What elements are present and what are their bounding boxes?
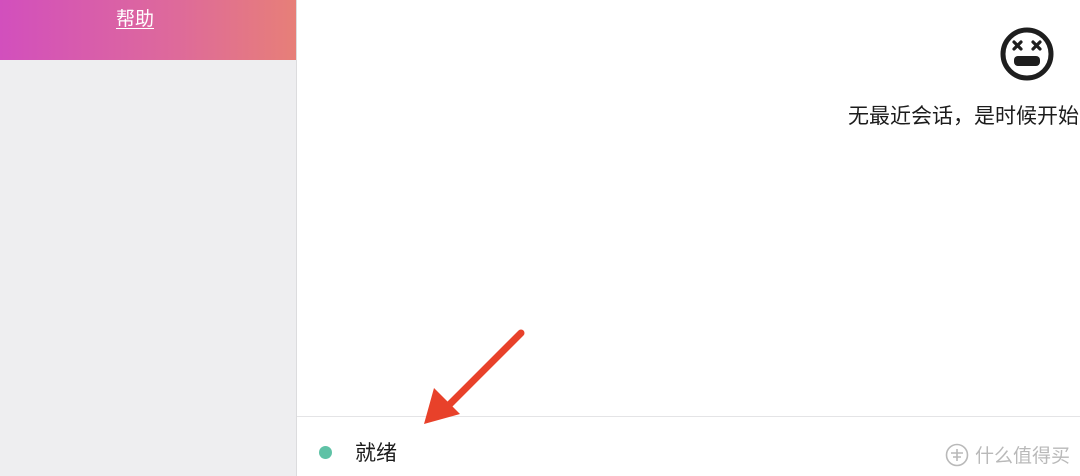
watermark-text: 什么值得买 xyxy=(974,445,1070,467)
help-link[interactable]: 帮助 xyxy=(0,4,270,31)
sidebar: 帮助 xyxy=(0,0,297,476)
zhi-logo-icon xyxy=(945,443,969,466)
annotation-arrow xyxy=(424,329,525,424)
status-dot xyxy=(319,446,332,459)
empty-state-message: 无最近会话，是时候开始 xyxy=(848,104,1079,128)
status-text: 就绪 xyxy=(355,441,397,465)
main-panel: 无最近会话，是时候开始 就绪 xyxy=(297,0,1080,476)
sidebar-banner: 帮助 xyxy=(0,0,296,60)
dizzy-face-icon xyxy=(1000,27,1054,81)
app-window: 帮助 无最近会话，是时候开始 就绪 什么值得买 xyxy=(0,0,1080,476)
watermark: 什么值得买 xyxy=(945,441,1070,468)
